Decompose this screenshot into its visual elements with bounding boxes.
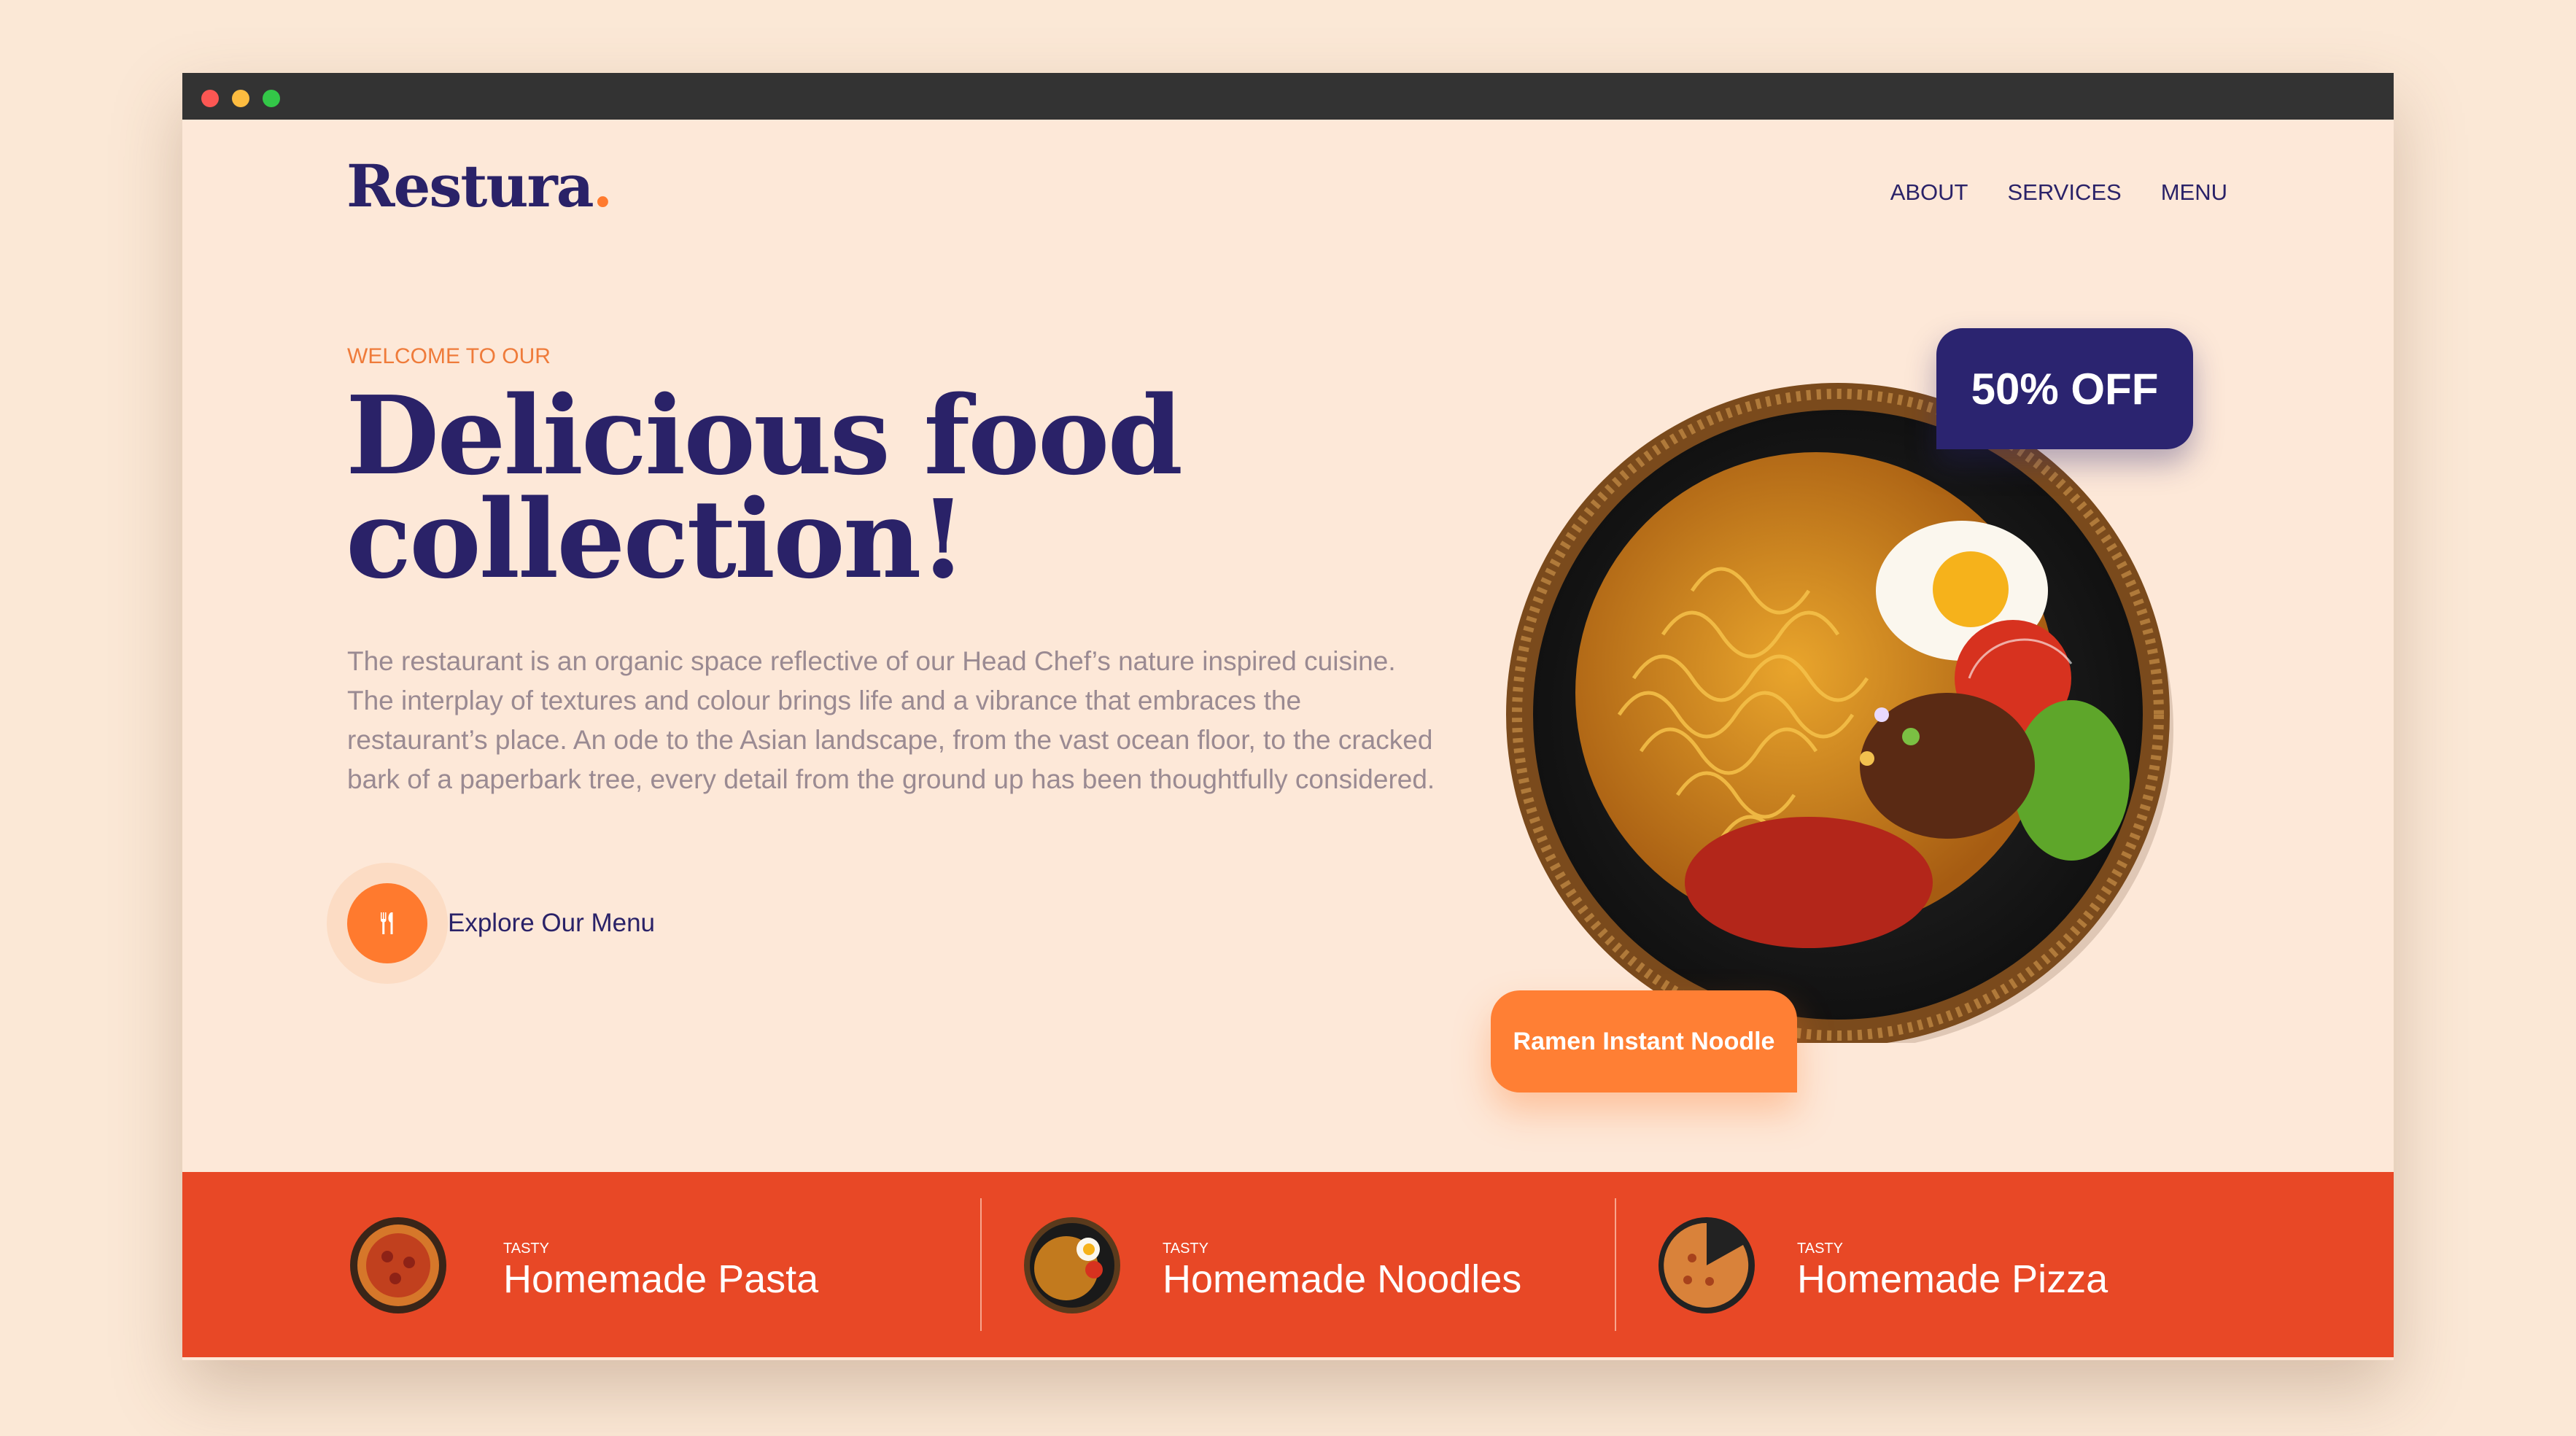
pizza-icon (1659, 1217, 1755, 1313)
brand-name: Restura (346, 152, 594, 220)
ramen-dish-image (1506, 383, 2173, 1043)
hero-eyebrow: WELCOME TO OUR (347, 344, 551, 368)
category-pizza-eyebrow: TASTY (1797, 1241, 1843, 1257)
category-noodles[interactable]: TASTY Homemade Noodles (982, 1172, 1616, 1357)
category-bar: TASTY Homemade Pasta TASTY Homemade Nood… (182, 1172, 2394, 1357)
category-pizza[interactable]: TASTY Homemade Pizza (1616, 1172, 2251, 1357)
category-pasta-eyebrow: TASTY (503, 1241, 549, 1257)
close-window-button[interactable] (201, 90, 219, 107)
noodle-plate-icon (1024, 1217, 1120, 1313)
category-noodles-eyebrow: TASTY (1163, 1241, 1209, 1257)
nav-menu-link[interactable]: MENU (2161, 179, 2227, 206)
category-pizza-title: Homemade Pizza (1797, 1257, 2108, 1301)
nav-about-link[interactable]: ABOUT (1890, 179, 1968, 206)
hero-headline: Delicious food collection! (346, 381, 1367, 593)
maximize-window-button[interactable] (263, 90, 280, 107)
category-noodles-title: Homemade Noodles (1163, 1257, 1522, 1301)
category-pasta[interactable]: TASTY Homemade Pasta (347, 1172, 982, 1357)
cta-button-ring (327, 863, 448, 984)
main-nav: ABOUT SERVICES MENU (1890, 179, 2227, 206)
hero-headline-line-2: collection! (346, 476, 966, 602)
explore-menu-cta[interactable]: Explore Our Menu (327, 863, 655, 984)
discount-badge: 50% OFF (1936, 328, 2193, 449)
window-titlebar (182, 73, 2394, 120)
brand-logo-dot: . (592, 152, 613, 220)
minimize-window-button[interactable] (232, 90, 249, 107)
fork-knife-icon (381, 912, 393, 934)
dish-name-label[interactable]: Ramen Instant Noodle (1491, 990, 1797, 1092)
nav-services-link[interactable]: SERVICES (2008, 179, 2122, 206)
explore-menu-label[interactable]: Explore Our Menu (448, 909, 655, 938)
browser-window: Restura. ABOUT SERVICES MENU WELCOME TO … (182, 73, 2394, 1360)
category-pasta-title: Homemade Pasta (503, 1257, 819, 1301)
brand-logo[interactable]: Restura. (346, 152, 613, 220)
pasta-plate-icon (350, 1217, 446, 1313)
explore-menu-button[interactable] (347, 883, 427, 963)
hero-description: The restaurant is an organic space refle… (347, 646, 1435, 794)
